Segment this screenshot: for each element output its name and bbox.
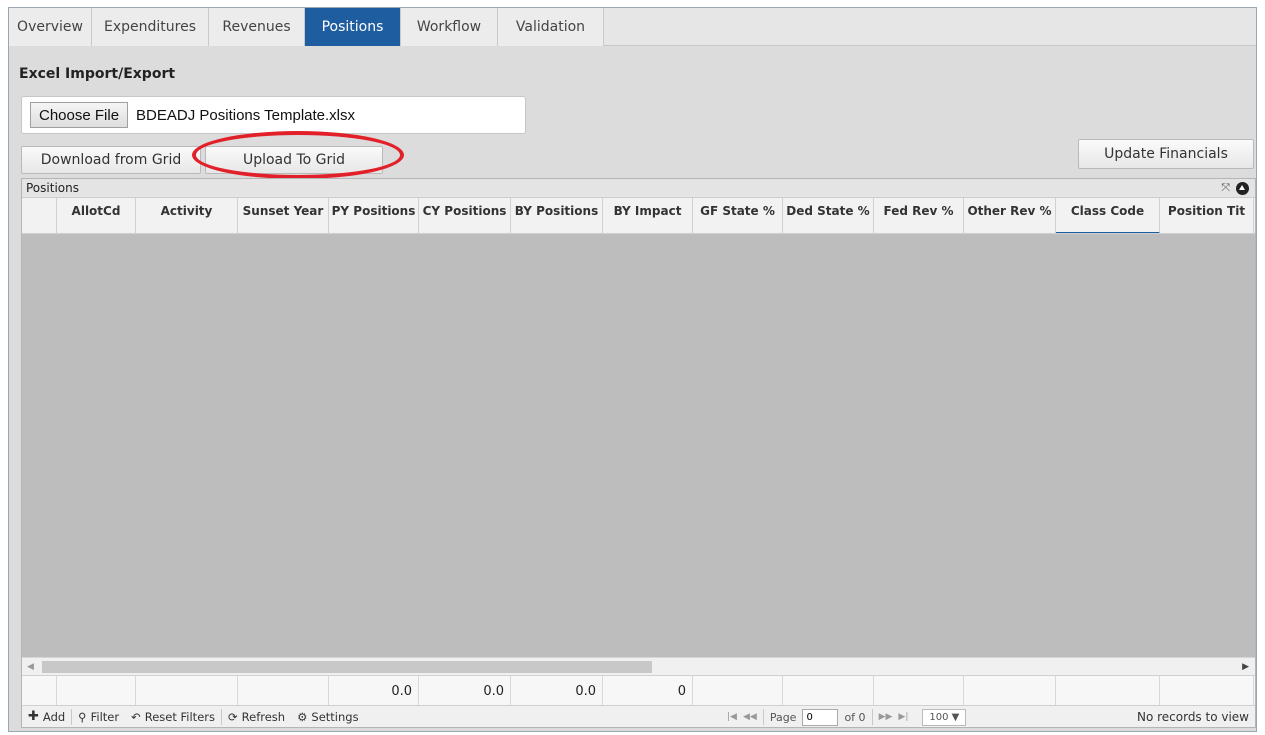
expand-icon[interactable]: ⤧ xyxy=(1221,181,1230,195)
footer-py-positions-total: 0.0 xyxy=(329,676,419,706)
update-financials-button[interactable]: Update Financials xyxy=(1078,139,1254,169)
excel-section-title: Excel Import/Export xyxy=(19,66,176,82)
column-header-by-positions[interactable]: BY Positions xyxy=(511,198,603,233)
download-from-grid-button[interactable]: Download from Grid xyxy=(21,146,201,174)
filter-button[interactable]: ⚲ Filter xyxy=(72,706,125,728)
footer-cell xyxy=(57,676,136,706)
column-header-allotcd[interactable]: AllotCd xyxy=(57,198,136,233)
toolbar-divider xyxy=(762,709,764,725)
scroll-right-icon[interactable]: ▶ xyxy=(1242,662,1249,672)
pager: |◀ ◀◀ Page of 0 ▶▶ ▶| 100 ▼ xyxy=(727,706,967,728)
refresh-label: Refresh xyxy=(241,709,286,724)
collapse-icon[interactable] xyxy=(1236,181,1249,195)
toolbar-divider xyxy=(871,709,873,725)
scroll-left-icon[interactable]: ◀ xyxy=(27,662,34,672)
plus-icon: ✚ xyxy=(28,709,39,724)
selected-file-name: BDEADJ Positions Template.xlsx xyxy=(136,106,356,124)
tab-overview[interactable]: Overview xyxy=(9,8,92,46)
grid-caption: Positions ⤧ xyxy=(22,179,1255,198)
grid-toolbar: ✚ Add ⚲ Filter ↶ Reset Filters ⟳ Refresh… xyxy=(22,705,1255,727)
grid-footer-row: 0.0 0.0 0.0 0 xyxy=(22,675,1255,706)
filter-label: Filter xyxy=(90,709,120,724)
column-header-position-title[interactable]: Position Tit xyxy=(1160,198,1254,233)
positions-grid: Positions ⤧ AllotCd Activity Sunset Year… xyxy=(21,178,1256,728)
column-header-select[interactable] xyxy=(22,198,57,233)
footer-by-impact-total: 0 xyxy=(603,676,693,706)
scrollbar-thumb[interactable] xyxy=(42,661,652,673)
tab-validation[interactable]: Validation xyxy=(498,8,604,46)
next-page-icon[interactable]: ▶▶ xyxy=(879,712,893,722)
footer-cell xyxy=(1056,676,1160,706)
column-header-class-code[interactable]: Class Code xyxy=(1056,198,1160,233)
settings-label: Settings xyxy=(311,709,359,724)
add-label: Add xyxy=(42,709,66,724)
settings-button[interactable]: ⚙ Settings xyxy=(291,706,364,728)
last-page-icon[interactable]: ▶| xyxy=(898,712,908,722)
reset-filters-button[interactable]: ↶ Reset Filters xyxy=(125,706,221,728)
column-header-other-rev-pct[interactable]: Other Rev % xyxy=(964,198,1056,233)
tab-workflow[interactable]: Workflow xyxy=(401,8,498,46)
footer-cell xyxy=(783,676,874,706)
column-header-py-positions[interactable]: PY Positions xyxy=(329,198,419,233)
reset-filters-label: Reset Filters xyxy=(144,709,215,724)
footer-cell xyxy=(964,676,1056,706)
column-header-by-impact[interactable]: BY Impact xyxy=(603,198,693,233)
column-header-cy-positions[interactable]: CY Positions xyxy=(419,198,511,233)
file-input[interactable]: Choose File BDEADJ Positions Template.xl… xyxy=(21,96,526,134)
first-page-icon[interactable]: |◀ xyxy=(727,712,737,722)
refresh-icon: ⟳ xyxy=(228,709,238,724)
page-label: Page xyxy=(769,710,797,724)
page-input[interactable] xyxy=(802,708,839,726)
column-header-ded-state-pct[interactable]: Ded State % xyxy=(783,198,874,233)
tab-positions[interactable]: Positions xyxy=(305,8,401,46)
upload-to-grid-button[interactable]: Upload To Grid xyxy=(205,146,383,174)
tab-bar: Overview Expenditures Revenues Positions… xyxy=(9,8,1256,46)
tab-expenditures[interactable]: Expenditures xyxy=(92,8,209,46)
horizontal-scrollbar[interactable]: ◀ ▶ xyxy=(22,657,1255,675)
footer-by-positions-total: 0.0 xyxy=(511,676,603,706)
choose-file-button[interactable]: Choose File xyxy=(30,102,129,128)
footer-cy-positions-total: 0.0 xyxy=(419,676,511,706)
footer-cell xyxy=(693,676,783,706)
search-icon: ⚲ xyxy=(78,709,87,724)
page-count: of 0 xyxy=(844,710,866,724)
column-header-fed-rev-pct[interactable]: Fed Rev % xyxy=(874,198,964,233)
refresh-button[interactable]: ⟳ Refresh xyxy=(222,706,291,728)
footer-cell xyxy=(1160,676,1254,706)
footer-cell xyxy=(238,676,329,706)
app-frame: Overview Expenditures Revenues Positions… xyxy=(8,7,1257,732)
footer-cell xyxy=(136,676,238,706)
page-size-select[interactable]: 100 ▼ xyxy=(922,708,967,726)
undo-icon: ↶ xyxy=(131,709,141,724)
grid-header-row: AllotCd Activity Sunset Year PY Position… xyxy=(22,198,1255,234)
gear-icon: ⚙ xyxy=(297,709,308,724)
records-status: No records to view xyxy=(1136,710,1249,724)
column-header-sunset-year[interactable]: Sunset Year xyxy=(238,198,329,233)
grid-title: Positions xyxy=(26,181,79,195)
footer-cell xyxy=(874,676,964,706)
column-header-gf-state-pct[interactable]: GF State % xyxy=(693,198,783,233)
tab-revenues[interactable]: Revenues xyxy=(209,8,305,46)
footer-cell xyxy=(22,676,57,706)
column-header-activity[interactable]: Activity xyxy=(136,198,238,233)
add-button[interactable]: ✚ Add xyxy=(22,706,71,728)
prev-page-icon[interactable]: ◀◀ xyxy=(743,712,757,722)
